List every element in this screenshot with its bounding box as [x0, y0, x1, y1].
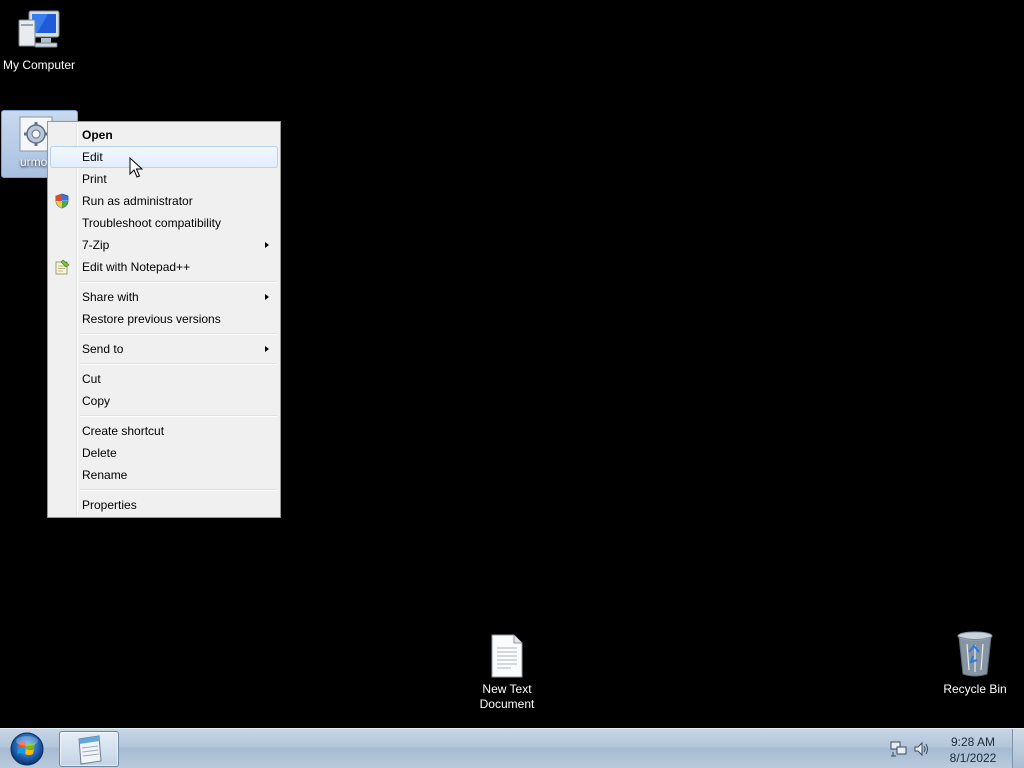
menu-item-copy[interactable]: Copy [50, 390, 278, 412]
menu-item-label: Troubleshoot compatibility [82, 216, 221, 230]
menu-item-print[interactable]: Print [50, 168, 278, 190]
desktop-icon-my-computer[interactable]: My Computer [1, 8, 77, 73]
taskbar: 9:28 AM 8/1/2022 [0, 728, 1024, 768]
desktop-icon-label: Recycle Bin [943, 682, 1007, 696]
submenu-arrow-icon [265, 294, 269, 300]
menu-item-label: Edit [82, 150, 103, 164]
menu-item-send-to[interactable]: Send to [50, 338, 278, 360]
taskbar-clock[interactable]: 9:28 AM 8/1/2022 [943, 734, 1003, 766]
menu-item-label: Send to [82, 342, 124, 356]
menu-item-label: Restore previous versions [82, 312, 221, 326]
submenu-arrow-icon [265, 346, 269, 352]
text-document-icon [491, 634, 523, 678]
menu-item-troubleshoot-compatibility[interactable]: Troubleshoot compatibility [50, 212, 278, 234]
menu-item-edit[interactable]: Edit [50, 146, 278, 168]
clock-date: 8/1/2022 [949, 751, 997, 765]
mouse-pointer-icon [129, 157, 143, 178]
uac-shield-icon [55, 193, 69, 209]
menu-separator [50, 412, 278, 420]
menu-item-edit-with-notepad-plus-plus[interactable]: Edit with Notepad++ [50, 256, 278, 278]
menu-separator [50, 486, 278, 494]
clock-time: 9:28 AM [950, 735, 996, 749]
windows-start-orb-icon[interactable] [4, 730, 50, 767]
menu-item-label: Edit with Notepad++ [82, 260, 191, 274]
speaker-volume-icon[interactable] [913, 741, 931, 757]
menu-separator [50, 278, 278, 286]
menu-item-open[interactable]: Open [50, 124, 278, 146]
menu-item-restore-previous-versions[interactable]: Restore previous versions [50, 308, 278, 330]
menu-item-label: Properties [82, 498, 137, 512]
notepad-document-icon [78, 735, 102, 765]
desktop-icon-label: My Computer [2, 58, 76, 72]
menu-item-create-shortcut[interactable]: Create shortcut [50, 420, 278, 442]
network-icon[interactable] [890, 741, 908, 757]
menu-item-label: Print [82, 172, 107, 186]
notepad-plus-plus-icon [55, 259, 70, 275]
desktop-icon-recycle-bin[interactable]: Recycle Bin [937, 630, 1013, 697]
menu-item-label: Create shortcut [82, 424, 165, 438]
menu-item-label: Run as administrator [82, 194, 193, 208]
menu-item-label: Delete [82, 446, 117, 460]
menu-item-label: 7-Zip [82, 238, 110, 252]
menu-item-share-with[interactable]: Share with [50, 286, 278, 308]
desktop-icon-label-line1: New Text [482, 682, 532, 696]
menu-item-properties[interactable]: Properties [50, 494, 278, 516]
show-desktop-button[interactable] [1012, 729, 1024, 768]
menu-item-delete[interactable]: Delete [50, 442, 278, 464]
computer-icon [18, 10, 60, 48]
recycle-bin-icon [957, 631, 993, 677]
menu-item-label: Share with [82, 290, 139, 304]
menu-item-7zip[interactable]: 7-Zip [50, 234, 278, 256]
file-context-menu: Open Edit Print Run as administrator Tro… [47, 121, 281, 518]
menu-item-run-as-administrator[interactable]: Run as administrator [50, 190, 278, 212]
desktop-icon-new-text-document[interactable]: New Text Document [468, 634, 546, 712]
menu-item-label: Rename [82, 468, 128, 482]
menu-separator [50, 360, 278, 368]
submenu-arrow-icon [265, 242, 269, 248]
menu-item-label: Copy [82, 394, 111, 408]
menu-separator [50, 330, 278, 338]
menu-item-label: Cut [82, 372, 101, 386]
taskbar-app-button[interactable] [59, 731, 119, 767]
desktop-icon-label-line2: Document [479, 697, 535, 711]
menu-item-cut[interactable]: Cut [50, 368, 278, 390]
menu-item-label: Open [82, 128, 113, 142]
menu-item-rename[interactable]: Rename [50, 464, 278, 486]
